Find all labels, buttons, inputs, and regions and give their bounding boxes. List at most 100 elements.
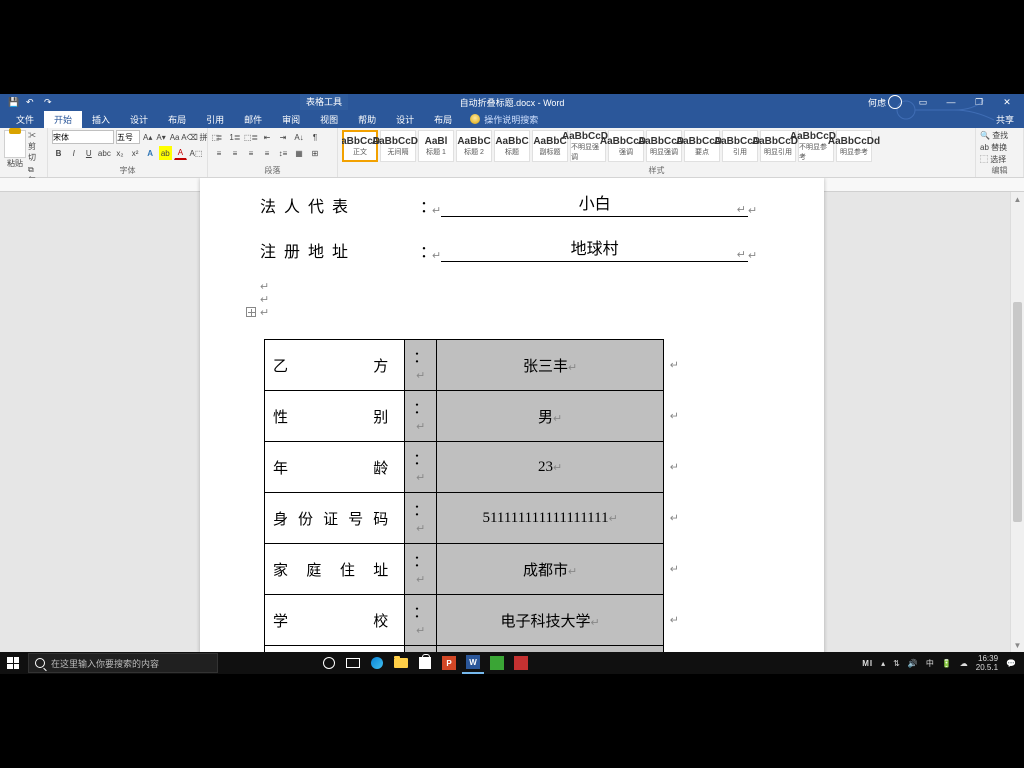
character-shading-icon[interactable]: A⬚ (189, 146, 203, 160)
edge-icon[interactable] (366, 652, 388, 674)
table-label-cell[interactable]: 学校 (265, 595, 405, 646)
table-row[interactable]: 乙方：↵张三丰↵↵ (265, 340, 664, 391)
microsoft-store-icon[interactable] (414, 652, 436, 674)
taskbar-clock[interactable]: 16:39 20.5.1 (976, 654, 998, 672)
cut-button[interactable]: ✂ 剪切 (28, 130, 43, 163)
replace-button[interactable]: ab 替换 (980, 142, 1019, 153)
table-row[interactable]: 学校：↵电子科技大学↵↵ (265, 595, 664, 646)
table-value-cell[interactable]: 成都市↵↵ (437, 544, 664, 595)
tell-me-search[interactable]: 操作说明搜索 (470, 113, 538, 126)
show-marks-icon[interactable]: ¶ (308, 130, 322, 144)
close-button[interactable]: ✕ (994, 94, 1020, 110)
scroll-up-arrow-icon[interactable]: ▲ (1011, 192, 1024, 206)
font-name-select[interactable] (52, 130, 114, 144)
powerpoint-icon[interactable]: P (438, 652, 460, 674)
style-item[interactable]: AaBbCcDd无间隔 (380, 130, 416, 162)
table-move-handle-icon[interactable] (246, 307, 256, 317)
form-line[interactable]: 注册地址：↵地球村↵↵ (260, 235, 764, 262)
style-item[interactable]: AaBl标题 1 (418, 130, 454, 162)
superscript-icon[interactable]: x² (129, 146, 142, 160)
table-value-cell[interactable]: 23↵↵ (437, 442, 664, 493)
change-case-icon[interactable]: Aa (169, 130, 181, 144)
share-button[interactable]: 共享 (996, 113, 1014, 126)
underline-icon[interactable]: U (82, 146, 95, 160)
table-value-cell[interactable]: 张三丰↵↵ (437, 340, 664, 391)
user-avatar-icon[interactable] (888, 95, 902, 109)
vertical-scrollbar[interactable]: ▲ ▼ (1010, 192, 1024, 652)
file-explorer-icon[interactable] (390, 652, 412, 674)
maximize-button[interactable]: ❐ (966, 94, 992, 110)
save-icon[interactable]: 💾 (8, 97, 18, 107)
table-colon-cell[interactable]: ：↵ (405, 544, 437, 595)
tab-references[interactable]: 引用 (196, 111, 234, 128)
table-label-cell[interactable]: 家庭住址 (265, 544, 405, 595)
tab-home[interactable]: 开始 (44, 111, 82, 128)
page[interactable]: 法人代表：↵小白↵↵注册地址：↵地球村↵↵ ↵ ↵ ↵ 乙方：↵张三丰↵↵性别：… (200, 178, 824, 652)
bold-icon[interactable]: B (52, 146, 65, 160)
line-spacing-icon[interactable]: ↕≡ (276, 146, 290, 160)
table-colon-cell[interactable]: ：↵ (405, 391, 437, 442)
network-icon[interactable]: ⇅ (893, 659, 900, 668)
align-left-icon[interactable]: ≡ (212, 146, 226, 160)
table-value-cell[interactable]: 男↵↵ (437, 391, 664, 442)
tab-review[interactable]: 审阅 (272, 111, 310, 128)
form-value[interactable]: 小白↵ (441, 190, 748, 217)
undo-icon[interactable]: ↶ (26, 97, 36, 107)
table-row[interactable]: 家庭住址：↵成都市↵↵ (265, 544, 664, 595)
tab-file[interactable]: 文件 (6, 111, 44, 128)
taskbar-search[interactable]: 在这里输入你要搜索的内容 (28, 653, 218, 673)
tray-overflow-icon[interactable]: ▴ (881, 659, 885, 668)
table-label-cell[interactable]: 年龄 (265, 442, 405, 493)
table-colon-cell[interactable]: ：↵ (405, 493, 437, 544)
bullets-icon[interactable]: ≣ (212, 130, 226, 144)
strikethrough-icon[interactable]: abc (97, 146, 111, 160)
onedrive-icon[interactable]: ☁ (960, 659, 968, 668)
grow-font-icon[interactable]: A▴ (142, 130, 153, 144)
scroll-down-arrow-icon[interactable]: ▼ (1011, 638, 1024, 652)
form-value[interactable]: 地球村↵ (441, 235, 748, 262)
redo-icon[interactable]: ↷ (44, 97, 54, 107)
table-row[interactable]: 身份证号码：↵511111111111111111↵↵ (265, 493, 664, 544)
shrink-font-icon[interactable]: A▾ (155, 130, 166, 144)
align-justify-icon[interactable]: ≡ (260, 146, 274, 160)
document-area[interactable]: 法人代表：↵小白↵↵注册地址：↵地球村↵↵ ↵ ↵ ↵ 乙方：↵张三丰↵↵性别：… (0, 178, 1024, 652)
volume-icon[interactable]: 🔊 (908, 659, 918, 668)
user-name-label[interactable]: 何虑 (868, 96, 886, 109)
tab-insert[interactable]: 插入 (82, 111, 120, 128)
party-b-table[interactable]: 乙方：↵张三丰↵↵性别：↵男↵↵年龄：↵23↵↵身份证号码：↵511111111… (264, 339, 664, 652)
table-colon-cell[interactable]: ：↵ (405, 442, 437, 493)
clear-formatting-icon[interactable]: A⌫ (183, 130, 197, 144)
sort-icon[interactable]: A↓ (292, 130, 306, 144)
task-view-icon[interactable] (342, 652, 364, 674)
align-right-icon[interactable]: ≡ (244, 146, 258, 160)
table-label-cell[interactable]: 乙方 (265, 340, 405, 391)
table-colon-cell[interactable]: ：↵ (405, 340, 437, 391)
app-red-icon[interactable] (510, 652, 532, 674)
word-icon[interactable]: W (462, 652, 484, 674)
find-button[interactable]: 🔍 查找 (980, 130, 1019, 141)
text-effects-icon[interactable]: A (144, 146, 157, 160)
tab-table-design[interactable]: 设计 (386, 111, 424, 128)
app-green-icon[interactable] (486, 652, 508, 674)
table-row[interactable]: 性别：↵男↵↵ (265, 391, 664, 442)
decrease-indent-icon[interactable]: ⇤ (260, 130, 274, 144)
align-center-icon[interactable]: ≡ (228, 146, 242, 160)
tab-help[interactable]: 帮助 (348, 111, 386, 128)
numbering-icon[interactable]: 1≣ (228, 130, 242, 144)
styles-gallery[interactable]: AaBbCcDd正文AaBbCcDd无间隔AaBl标题 1AaBbC标题 2Aa… (342, 130, 971, 162)
italic-icon[interactable]: I (67, 146, 80, 160)
tab-view[interactable]: 视图 (310, 111, 348, 128)
form-line[interactable]: 法人代表：↵小白↵↵ (260, 190, 764, 217)
style-item[interactable]: AaBbCcDd明显参考 (836, 130, 872, 162)
increase-indent-icon[interactable]: ⇥ (276, 130, 290, 144)
style-item[interactable]: AaBbC标题 2 (456, 130, 492, 162)
subscript-icon[interactable]: x₂ (113, 146, 126, 160)
shading-icon[interactable]: ▦ (292, 146, 306, 160)
scrollbar-thumb[interactable] (1013, 302, 1022, 522)
select-button[interactable]: ⬚ 选择 (980, 154, 1019, 165)
multilevel-list-icon[interactable]: ⬚≣ (244, 130, 258, 144)
table-label-cell[interactable]: 性别 (265, 391, 405, 442)
tab-mailings[interactable]: 邮件 (234, 111, 272, 128)
tab-design[interactable]: 设计 (120, 111, 158, 128)
font-color-icon[interactable]: A (174, 146, 187, 160)
